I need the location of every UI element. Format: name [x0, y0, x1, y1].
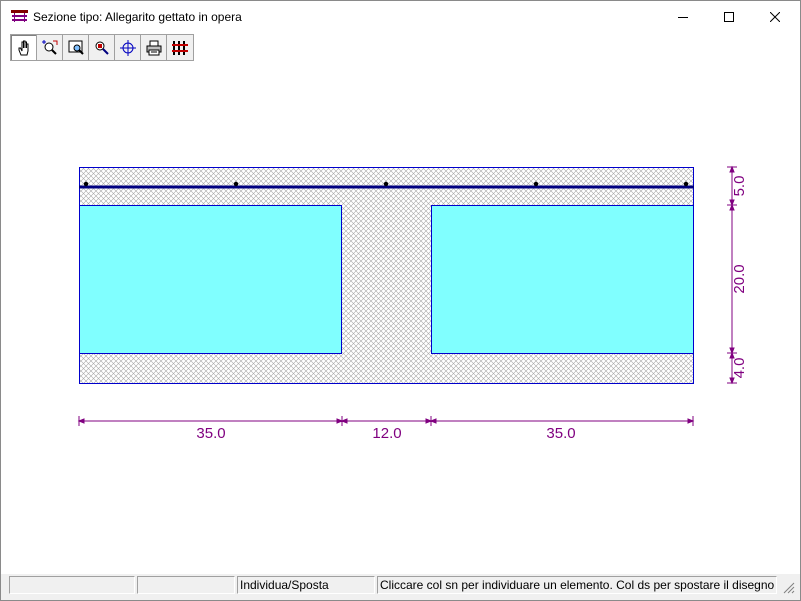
lightening-block-left[interactable] [79, 205, 342, 354]
rebar-dot[interactable] [83, 181, 89, 187]
status-cell-1 [9, 576, 135, 594]
section-drawing[interactable]: 35.0 12.0 35.0 5.0 20.0 4.0 [1, 1, 800, 573]
dim-label-v3: 4.0 [731, 358, 748, 379]
status-bar: Individua/Sposta Cliccare col sn per ind… [1, 574, 800, 600]
resize-grip-icon[interactable] [781, 580, 795, 594]
status-mode: Individua/Sposta [237, 576, 375, 594]
dim-label-v2: 20.0 [731, 264, 748, 293]
rebar-dot[interactable] [533, 181, 539, 187]
rebar-dot[interactable] [383, 181, 389, 187]
app-window: Sezione tipo: Allegarito gettato in oper… [0, 0, 801, 601]
dim-label-h1: 35.0 [196, 425, 225, 442]
status-cell-2 [137, 576, 235, 594]
dim-label-h2: 12.0 [372, 425, 401, 442]
dim-label-v1: 5.0 [731, 176, 748, 197]
status-message: Cliccare col sn per individuare un eleme… [377, 576, 777, 594]
lightening-block-right[interactable] [431, 205, 694, 354]
rebar-dot[interactable] [683, 181, 689, 187]
dim-label-h3: 35.0 [546, 425, 575, 442]
rebar-dot[interactable] [233, 181, 239, 187]
